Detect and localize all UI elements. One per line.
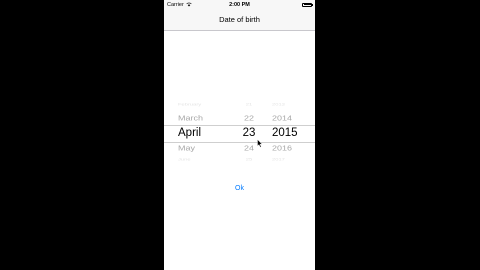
day-option[interactable]: 23 [239, 127, 259, 139]
day-option[interactable]: 22 [239, 114, 259, 123]
status-time: 2:00 PM [229, 1, 250, 8]
navigation-bar: Date of birth [164, 10, 315, 31]
month-option[interactable]: May [178, 144, 228, 153]
ok-button[interactable]: Ok [224, 183, 255, 194]
phone-screen: Carrier 2:00 PM Date of birth February Ma… [164, 0, 315, 270]
year-option[interactable]: 2015 [272, 127, 302, 139]
day-option[interactable]: 24 [239, 144, 259, 153]
month-option[interactable]: June [178, 158, 228, 161]
month-option[interactable]: February [178, 103, 228, 106]
day-option[interactable]: 25 [239, 158, 259, 161]
year-option[interactable]: 2017 [272, 158, 302, 161]
year-option[interactable]: 2014 [272, 114, 302, 123]
picker-selection-bottom-line [164, 142, 315, 143]
page-title: Date of birth [219, 15, 260, 24]
mouse-pointer-icon [257, 139, 263, 148]
month-option[interactable]: March [178, 114, 228, 123]
status-bar: Carrier 2:00 PM [164, 0, 315, 10]
video-frame: Carrier 2:00 PM Date of birth February Ma… [0, 0, 480, 270]
year-option[interactable]: 2013 [272, 103, 302, 106]
month-option[interactable]: April [178, 127, 228, 139]
year-option[interactable]: 2016 [272, 144, 302, 153]
battery-icon [302, 2, 313, 7]
picker-selection-top-line [164, 125, 315, 126]
day-option[interactable]: 21 [239, 103, 259, 106]
date-picker[interactable]: February March April May June 21 22 23 24 25 201… [164, 100, 315, 166]
